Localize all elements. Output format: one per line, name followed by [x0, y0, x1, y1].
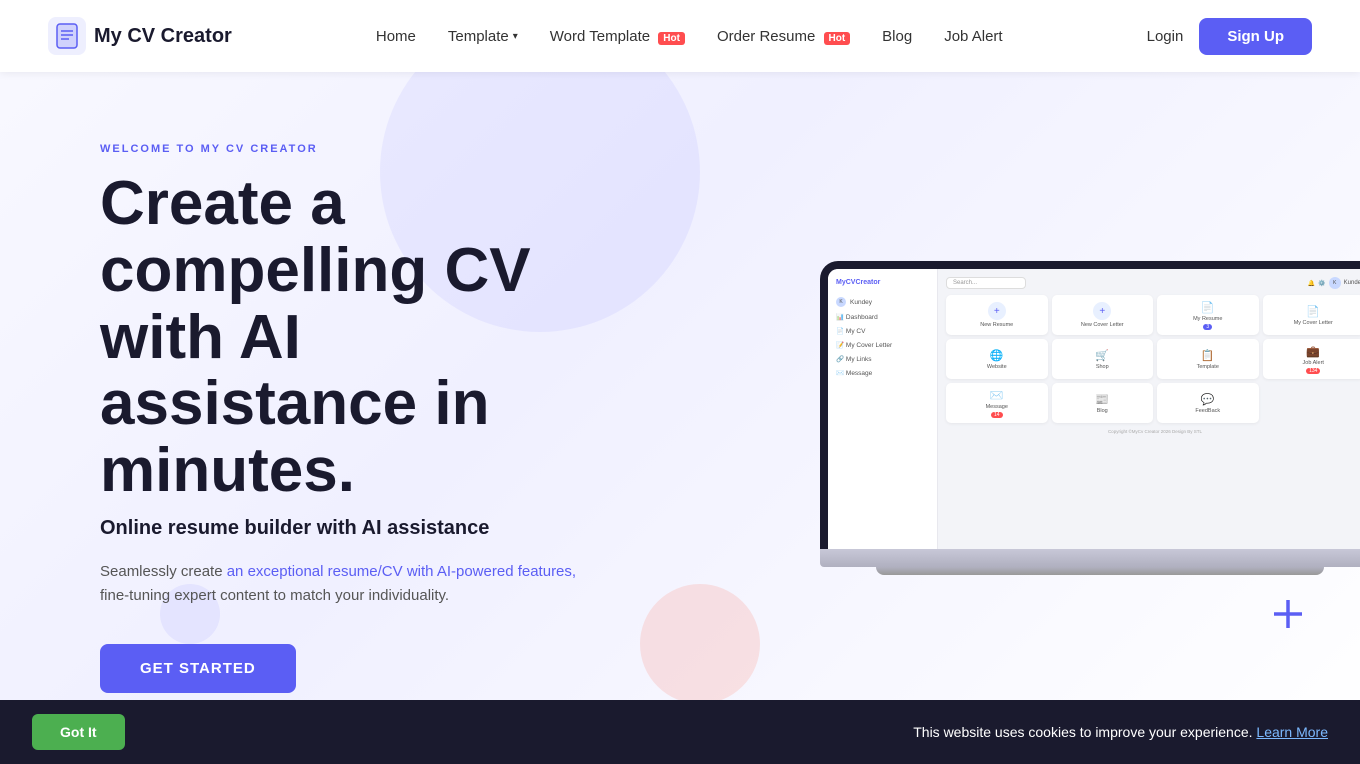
logo[interactable]: My CV Creator [48, 17, 232, 55]
nav-job-alert[interactable]: Job Alert [944, 28, 1002, 45]
hero-laptop-image: MyCVCreator K Kundey 📊 Dashboard 📄 My CV… [820, 261, 1360, 575]
mockup-badge-message: 14 [991, 412, 1003, 418]
mockup-card-icon-9: ✉️ [990, 389, 1004, 402]
hero-tag: WELCOME TO MY CV CREATOR [100, 143, 632, 155]
laptop-base [820, 549, 1360, 567]
laptop-screen-inner: MyCVCreator K Kundey 📊 Dashboard 📄 My CV… [828, 269, 1360, 549]
laptop-screen-outer: MyCVCreator K Kundey 📊 Dashboard 📄 My CV… [820, 261, 1360, 549]
mockup-card-shop: 🛒 Shop [1052, 339, 1154, 379]
mockup-card-new-resume: + New Resume [946, 295, 1048, 335]
hero-desc-after: fine-tuning expert content to match your… [100, 587, 449, 604]
mockup-sidebar-message: ✉️ Message [828, 366, 937, 380]
nav-order-resume[interactable]: Order Resume Hot [717, 28, 850, 45]
mockup-sidebar-mylinks: 🔗 My Links [828, 352, 937, 366]
nav-blog[interactable]: Blog [882, 28, 912, 45]
mockup-card-icon-3: 📄 [1201, 301, 1215, 314]
mockup-badge-resume: 3 [1203, 324, 1212, 330]
mockup-card-icon-6: 🛒 [1095, 349, 1109, 362]
nav-actions: Login Sign Up [1147, 18, 1312, 55]
chevron-down-icon: ▾ [513, 31, 518, 42]
cookie-banner: Got It This website uses cookies to impr… [0, 700, 1360, 764]
mockup-main-area: Search... 🔔⚙️ K Kundey + [938, 269, 1360, 549]
hero-desc-plain: Seamlessly create [100, 563, 227, 580]
mockup-screen: MyCVCreator K Kundey 📊 Dashboard 📄 My CV… [828, 269, 1360, 549]
mockup-sidebar-dashboard: 📊 Dashboard [828, 310, 937, 324]
nav-word-template[interactable]: Word Template Hot [550, 28, 685, 45]
mockup-card-job-alert: 💼 Job Alert 134 [1263, 339, 1360, 379]
nav-template[interactable]: Template ▾ [448, 28, 518, 45]
hero-description: Seamlessly create an exceptional resume/… [100, 560, 632, 608]
mockup-topbar-right: 🔔⚙️ K Kundey [1308, 277, 1360, 289]
mockup-card-icon-5: 🌐 [990, 349, 1004, 362]
hot-badge-word: Hot [658, 32, 685, 45]
mockup-card-icon-1: + [988, 302, 1006, 320]
mockup-card-icon-7: 📋 [1201, 349, 1215, 362]
plus-decoration-icon [1274, 598, 1302, 634]
hero-content: WELCOME TO MY CV CREATOR Create a compel… [0, 83, 680, 754]
mockup-card-my-resume: 📄 My Resume 3 [1157, 295, 1259, 335]
login-button[interactable]: Login [1147, 28, 1184, 45]
mockup-badge-job: 134 [1306, 368, 1320, 374]
mockup-sidebar-user: K Kundey [828, 294, 937, 310]
get-started-button[interactable]: GET STARTED [100, 644, 296, 693]
mockup-card-feedback: 💬 FeedBack [1157, 383, 1259, 423]
hot-badge-order: Hot [824, 32, 851, 45]
mockup-sidebar: MyCVCreator K Kundey 📊 Dashboard 📄 My CV… [828, 269, 938, 549]
mockup-card-icon-4: 📄 [1306, 305, 1320, 318]
hero-title: Create a compelling CV with AI assistanc… [100, 171, 632, 506]
mockup-card-icon-8: 💼 [1306, 345, 1320, 358]
mockup-card-icon-10: 📰 [1095, 393, 1109, 406]
logo-text: My CV Creator [94, 25, 232, 48]
hero-subtitle: Online resume builder with AI assistance [100, 517, 632, 540]
nav-links: Home Template ▾ Word Template Hot Order … [376, 28, 1003, 45]
got-it-button[interactable]: Got It [32, 714, 125, 750]
laptop-wrapper: MyCVCreator K Kundey 📊 Dashboard 📄 My CV… [820, 261, 1360, 575]
mockup-logo: MyCVCreator [828, 275, 937, 290]
learn-more-link[interactable]: Learn More [1256, 724, 1328, 740]
hero-desc-link[interactable]: an exceptional resume/CV with AI-powered… [227, 563, 576, 580]
mockup-card-grid: + New Resume + New Cover Letter [946, 295, 1360, 423]
mockup-copyright: Copyright ©MyCv Creator 2026 Design By S… [946, 429, 1360, 434]
mockup-card-my-cover: 📄 My Cover Letter [1263, 295, 1360, 335]
mockup-card-icon-11: 💬 [1201, 393, 1215, 406]
mockup-card-template: 📋 Template [1157, 339, 1259, 379]
mockup-card-icon-2: + [1093, 302, 1111, 320]
nav-home[interactable]: Home [376, 28, 416, 45]
mockup-card-new-cover: + New Cover Letter [1052, 295, 1154, 335]
mockup-card-message: ✉️ Message 14 [946, 383, 1048, 423]
signup-button[interactable]: Sign Up [1199, 18, 1312, 55]
mockup-search: Search... [946, 277, 1026, 289]
laptop-foot [876, 567, 1324, 575]
hero-section: WELCOME TO MY CV CREATOR Create a compel… [0, 72, 1360, 764]
mockup-topbar: Search... 🔔⚙️ K Kundey [946, 277, 1360, 289]
mockup-card-website: 🌐 Website [946, 339, 1048, 379]
navbar: My CV Creator Home Template ▾ Word Templ… [0, 0, 1360, 72]
mockup-sidebar-mycv: 📄 My CV [828, 324, 937, 338]
cookie-message: This website uses cookies to improve you… [913, 724, 1328, 740]
mockup-card-blog: 📰 Blog [1052, 383, 1154, 423]
mockup-sidebar-coverletter: 📝 My Cover Letter [828, 338, 937, 352]
